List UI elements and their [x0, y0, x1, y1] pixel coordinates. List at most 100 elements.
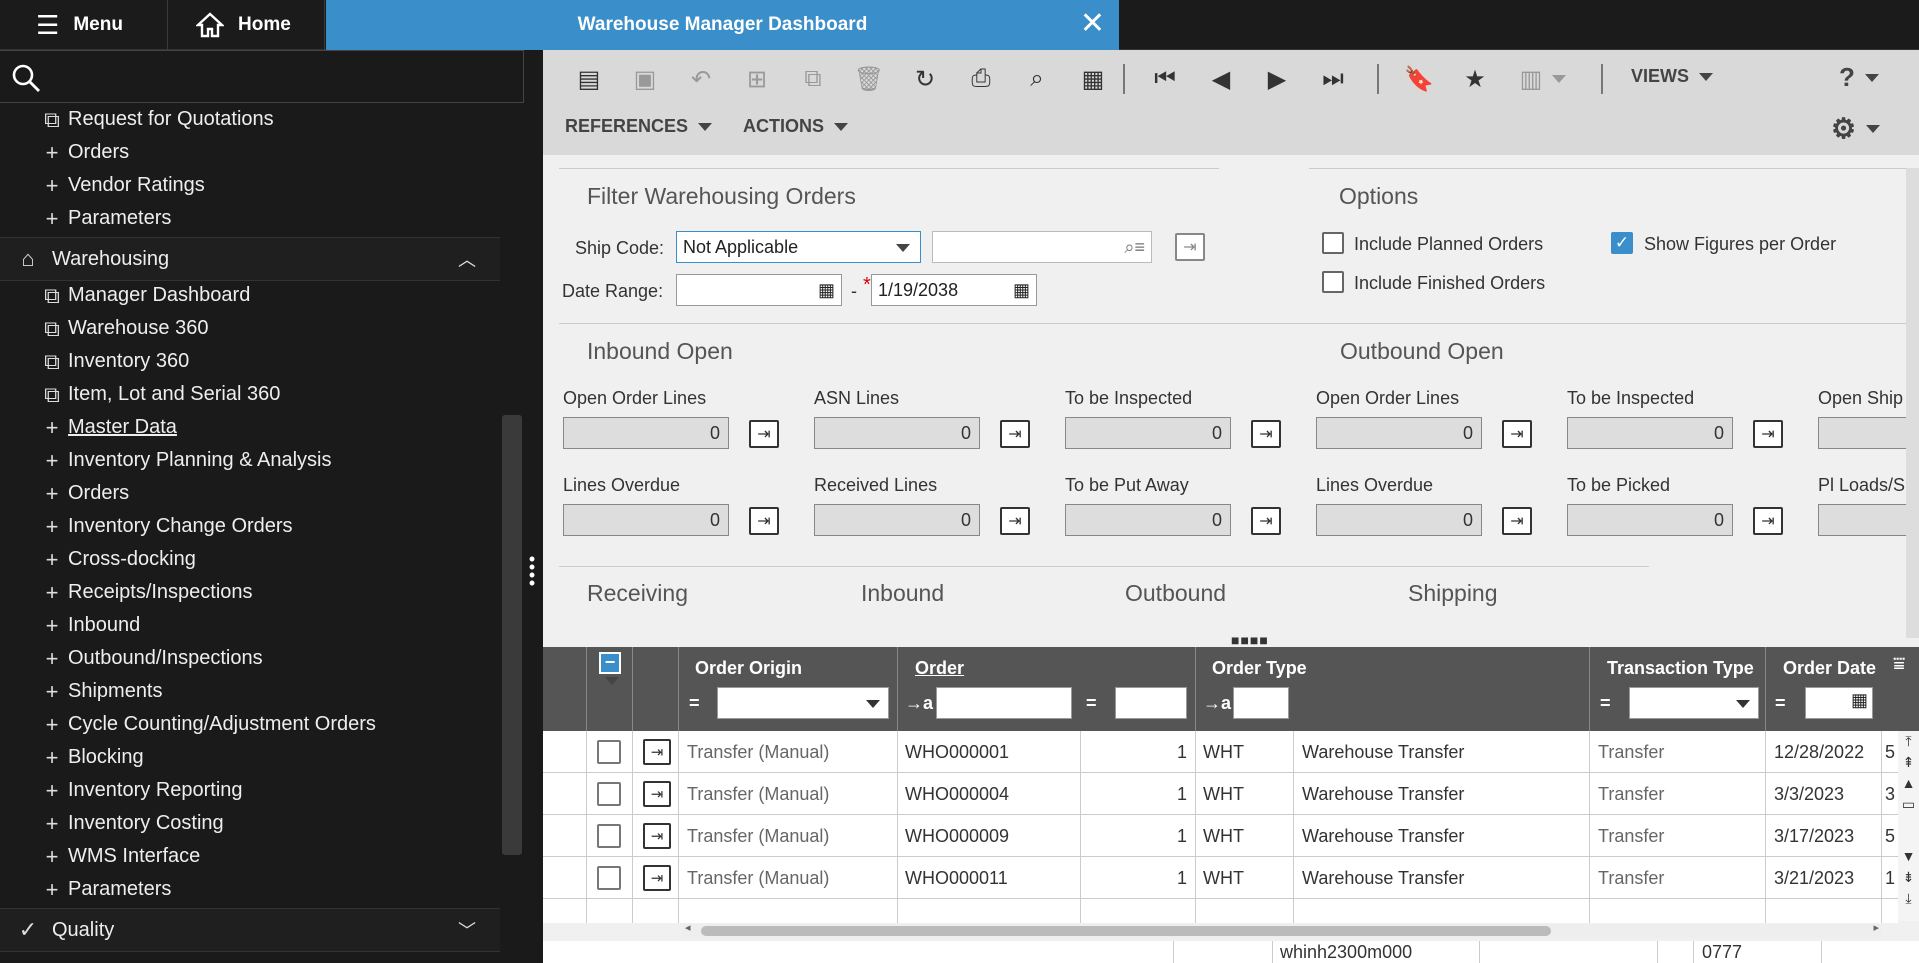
print-icon[interactable]: ⎙ — [963, 61, 999, 97]
go-to-icon[interactable]: ⇥ — [1000, 507, 1030, 535]
bookmark-add-icon[interactable]: 🔖 — [1401, 61, 1437, 97]
calendar-icon[interactable]: ▥ — [1513, 61, 1549, 97]
delete-icon[interactable]: 🗑 — [851, 61, 887, 97]
go-to-icon[interactable]: ⇥ — [1502, 507, 1532, 535]
go-to-icon[interactable]: ⇥ — [643, 781, 671, 807]
date-to-field[interactable]: 1/19/2038 ▦ — [871, 274, 1037, 306]
sidebar-item-item-lot-and-serial-360[interactable]: ⧉ Item, Lot and Serial 360 — [0, 378, 500, 411]
main-scrollbar[interactable] — [1906, 168, 1919, 638]
menu-button[interactable]: ☰ Menu — [0, 0, 168, 50]
help-menu[interactable]: ? — [1839, 62, 1879, 93]
ship-code-lookup-field[interactable]: ⌕≡ — [932, 231, 1152, 263]
col-transaction-type[interactable]: Transaction Type — [1607, 658, 1754, 679]
sidebar-item-inbound[interactable]: + Inbound — [0, 609, 500, 642]
sidebar-item-shipments[interactable]: + Shipments — [0, 675, 500, 708]
col-order-date[interactable]: Order Date — [1783, 658, 1876, 679]
show-figures-checkbox[interactable]: ✓ — [1611, 232, 1633, 254]
select-all-checkbox[interactable]: − — [599, 652, 621, 674]
panel-splitter-handle[interactable]: • • • • — [528, 550, 536, 595]
col-order[interactable]: Order — [915, 658, 964, 679]
sidebar-item-inventory-planning-analysis[interactable]: + Inventory Planning & Analysis — [0, 444, 500, 477]
sidebar-item-warehouse-360[interactable]: ⧉ Warehouse 360 — [0, 312, 500, 345]
home-button[interactable]: Home — [168, 0, 325, 50]
scroll-down-icon[interactable]: ▼ — [1898, 846, 1919, 867]
col-order-origin[interactable]: Order Origin — [695, 658, 802, 679]
new-delete-icon[interactable]: ▤ — [571, 61, 607, 97]
sidebar-item-parameters[interactable]: + Parameters — [0, 873, 500, 906]
chevron-icon[interactable]: ︿ — [458, 246, 476, 272]
scroll-thumb[interactable] — [701, 926, 1551, 936]
include-planned-checkbox[interactable] — [1322, 232, 1344, 254]
chevron-icon[interactable]: ﹀ — [458, 917, 476, 943]
sidebar-item-vendor-ratings[interactable]: + Vendor Ratings — [0, 169, 500, 202]
resize-handle[interactable]: ■■■■ — [1231, 632, 1269, 648]
date-from-field[interactable]: ▦ — [676, 274, 842, 306]
chevron-down-icon[interactable] — [605, 677, 619, 685]
sidebar-item-blocking[interactable]: + Blocking — [0, 741, 500, 774]
go-to-icon[interactable]: ⇥ — [1175, 233, 1205, 261]
table-row[interactable]: ⇥ Transfer (Manual) WHO000009 WHT Warehouse … — [543, 815, 1898, 857]
filter-operator[interactable]: = — [1775, 693, 1786, 714]
table-row[interactable]: ⇥ Transfer (Manual) WHO000004 WHT Warehouse … — [543, 773, 1898, 815]
find-icon[interactable]: ⌕ — [1019, 61, 1055, 97]
save-icon[interactable]: ▣ — [627, 61, 663, 97]
row-checkbox[interactable] — [597, 782, 621, 806]
views-menu[interactable]: VIEWS — [1631, 66, 1714, 87]
sidebar-item-inventory-costing[interactable]: + Inventory Costing — [0, 807, 500, 840]
scroll-right-icon[interactable]: ▸ — [1873, 921, 1879, 934]
order-seq-filter[interactable] — [1115, 687, 1187, 719]
filter-operator[interactable]: →a — [1203, 693, 1231, 714]
search-input[interactable] — [0, 50, 524, 103]
row-checkbox[interactable] — [597, 740, 621, 764]
go-to-icon[interactable]: ⇥ — [1753, 420, 1783, 448]
filter-operator[interactable]: = — [1086, 693, 1097, 714]
actions-menu[interactable]: ACTIONS — [743, 116, 848, 137]
tab-warehouse-manager-dashboard[interactable]: Warehouse Manager Dashboard ✕ — [326, 0, 1119, 50]
go-to-icon[interactable]: ⇥ — [643, 823, 671, 849]
table-row[interactable]: ⇥ Transfer (Manual) WHO000001 WHT Warehouse … — [543, 731, 1898, 773]
sidebar-item-orders[interactable]: + Orders — [0, 477, 500, 510]
go-to-icon[interactable]: ⇥ — [749, 507, 779, 535]
previous-record-icon[interactable]: ◀ — [1203, 61, 1239, 97]
grid-row-navigator[interactable]: ⤒ ⇞ ▲ ▭ ▼ ⇟ ⤓ — [1898, 731, 1919, 921]
scroll-up-icon[interactable]: ▲ — [1898, 773, 1919, 794]
filter-operator[interactable]: = — [1600, 693, 1611, 714]
sidebar-item-cycle-counting-adjustment-orders[interactable]: + Cycle Counting/Adjustment Orders — [0, 708, 500, 741]
sidebar-scrollbar[interactable] — [502, 415, 522, 855]
sidebar-item-master-data[interactable]: + Master Data — [0, 411, 500, 444]
go-to-icon[interactable]: ⇥ — [1753, 507, 1783, 535]
references-menu[interactable]: REFERENCES — [565, 116, 713, 137]
go-to-icon[interactable]: ⇥ — [1251, 507, 1281, 535]
order-date-filter[interactable]: ▦ — [1805, 687, 1873, 719]
sidebar-item-orders[interactable]: + Orders — [0, 136, 500, 169]
sidebar-item-inventory-reporting[interactable]: + Inventory Reporting — [0, 774, 500, 807]
calendar-icon[interactable]: ▦ — [1851, 690, 1868, 711]
first-page-icon[interactable]: ⤒ — [1898, 731, 1919, 752]
row-checkbox[interactable] — [597, 824, 621, 848]
new-document-icon[interactable]: ⊞ — [739, 61, 775, 97]
settings-menu[interactable]: ⚙ — [1831, 112, 1881, 145]
filter-operator[interactable]: = — [689, 693, 700, 714]
filter-operator[interactable]: →a — [905, 693, 933, 714]
sidebar-item-inventory-360[interactable]: ⧉ Inventory 360 — [0, 345, 500, 378]
order-type-filter[interactable] — [1233, 687, 1289, 719]
sidebar-item-receipts-inspections[interactable]: + Receipts/Inspections — [0, 576, 500, 609]
row-scroll-track[interactable]: ▭ — [1898, 794, 1919, 846]
transaction-type-filter[interactable] — [1629, 687, 1759, 719]
favorite-add-icon[interactable]: ★ — [1457, 61, 1493, 97]
sidebar-item-warehousing[interactable]: ⌂ Warehousing ︿ — [0, 237, 500, 281]
close-icon[interactable]: ✕ — [1080, 9, 1105, 39]
col-order-type[interactable]: Order Type — [1212, 658, 1307, 679]
last-page-icon[interactable]: ⤓ — [1898, 888, 1919, 909]
scroll-left-icon[interactable]: ◂ — [685, 921, 691, 934]
duplicate-icon[interactable]: ⧉ — [795, 61, 831, 97]
next-record-icon[interactable]: ▶ — [1259, 61, 1295, 97]
go-to-icon[interactable]: ⇥ — [1251, 420, 1281, 448]
sidebar-item-manager-dashboard[interactable]: ⧉ Manager Dashboard — [0, 279, 500, 312]
order-filter[interactable] — [936, 687, 1072, 719]
sidebar-item-parameters[interactable]: + Parameters — [0, 202, 500, 235]
last-record-icon[interactable]: ⏭ — [1315, 61, 1351, 97]
go-to-icon[interactable]: ⇥ — [643, 865, 671, 891]
grid-horizontal-scrollbar[interactable]: ◂ ▸ — [683, 921, 1881, 938]
chevron-down-icon[interactable] — [1547, 61, 1571, 97]
